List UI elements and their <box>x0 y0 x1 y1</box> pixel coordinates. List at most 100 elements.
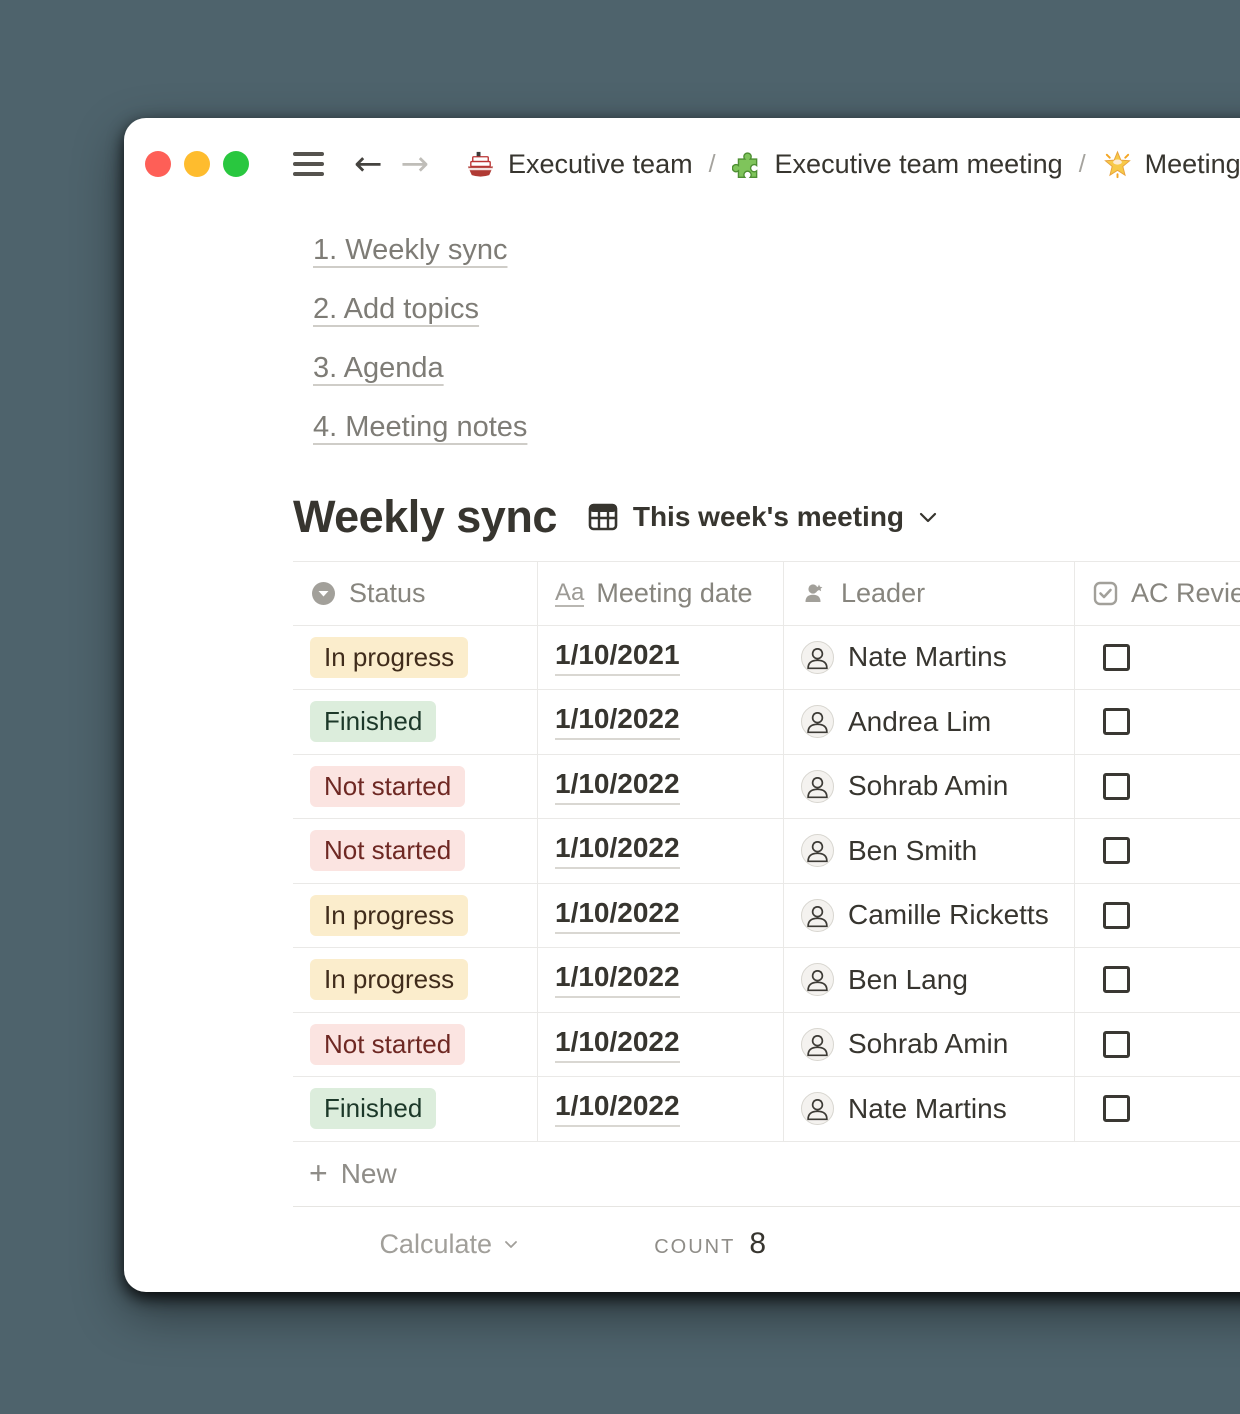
calculate-dropdown[interactable]: Calculate <box>379 1229 520 1260</box>
status-cell[interactable]: In progress <box>293 626 538 691</box>
zoom-window-button[interactable] <box>223 151 249 177</box>
title-aa-icon: Aa <box>555 580 584 607</box>
status-cell[interactable]: In progress <box>293 884 538 949</box>
table-of-contents: 1. Weekly sync 2. Add topics 3. Agenda 4… <box>293 234 1240 470</box>
status-badge[interactable]: In progress <box>310 959 468 1000</box>
leader-cell[interactable]: Nate Martins <box>784 1077 1075 1142</box>
meeting-date-cell[interactable]: 1/10/2022 <box>538 884 784 949</box>
status-badge[interactable]: Not started <box>310 830 465 871</box>
ac-review-cell[interactable] <box>1075 948 1240 1013</box>
new-row-button[interactable]: + New <box>293 1142 1240 1207</box>
ac-review-checkbox[interactable] <box>1103 773 1130 800</box>
status-cell[interactable]: In progress <box>293 948 538 1013</box>
meeting-date-link[interactable]: 1/10/2022 <box>555 832 680 869</box>
leader-avatar <box>801 1092 834 1125</box>
column-header-label: AC Review <box>1131 578 1240 609</box>
leader-cell[interactable]: Ben Lang <box>784 948 1075 1013</box>
toc-link-add-topics[interactable]: 2. Add topics <box>313 293 479 326</box>
toc-link-agenda[interactable]: 3. Agenda <box>313 352 444 385</box>
ac-review-cell[interactable] <box>1075 755 1240 820</box>
leader-cell[interactable]: Nate Martins <box>784 626 1075 691</box>
meeting-date-cell[interactable]: 1/10/2022 <box>538 690 784 755</box>
leader-name: Sohrab Amin <box>848 770 1008 802</box>
toc-link-weekly-sync[interactable]: 1. Weekly sync <box>313 234 507 267</box>
ship-emoji <box>465 149 496 180</box>
ac-review-cell[interactable] <box>1075 690 1240 755</box>
column-header-meeting-date[interactable]: Aa Meeting date <box>538 561 784 626</box>
breadcrumb-label: Executive team meeting <box>775 149 1063 180</box>
toc-link-meeting-notes[interactable]: 4. Meeting notes <box>313 411 527 444</box>
minimize-window-button[interactable] <box>184 151 210 177</box>
leader-name: Ben Lang <box>848 964 968 996</box>
status-badge[interactable]: Finished <box>310 701 436 742</box>
ac-review-checkbox[interactable] <box>1103 708 1130 735</box>
ac-review-checkbox[interactable] <box>1103 1031 1130 1058</box>
column-header-status[interactable]: Status <box>293 561 538 626</box>
status-cell[interactable]: Finished <box>293 690 538 755</box>
meeting-date-link[interactable]: 1/10/2021 <box>555 639 680 676</box>
glowing-star-emoji <box>1102 149 1133 180</box>
column-header-ac-review[interactable]: AC Review <box>1075 561 1240 626</box>
close-window-button[interactable] <box>145 151 171 177</box>
count-aggregate[interactable]: COUNT 8 <box>654 1227 766 1261</box>
ac-review-cell[interactable] <box>1075 1077 1240 1142</box>
status-badge[interactable]: In progress <box>310 895 468 936</box>
breadcrumb-separator: / <box>1079 150 1086 179</box>
meeting-date-link[interactable]: 1/10/2022 <box>555 897 680 934</box>
forward-button[interactable]: → <box>401 147 430 181</box>
status-cell[interactable]: Not started <box>293 819 538 884</box>
table-row: In progress 1/10/2021 Nate Martins <box>293 626 1240 691</box>
meeting-date-cell[interactable]: 1/10/2022 <box>538 1013 784 1078</box>
status-cell[interactable]: Finished <box>293 1077 538 1142</box>
leader-cell[interactable]: Ben Smith <box>784 819 1075 884</box>
ac-review-cell[interactable] <box>1075 884 1240 949</box>
status-badge[interactable]: In progress <box>310 637 468 678</box>
meeting-date-link[interactable]: 1/10/2022 <box>555 1026 680 1063</box>
ac-review-checkbox[interactable] <box>1103 902 1130 929</box>
meeting-date-link[interactable]: 1/10/2022 <box>555 703 680 740</box>
table-row: Not started 1/10/2022 Sohrab Amin <box>293 1013 1240 1078</box>
meeting-date-link[interactable]: 1/10/2022 <box>555 768 680 805</box>
ac-review-cell[interactable] <box>1075 1013 1240 1078</box>
leader-cell[interactable]: Andrea Lim <box>784 690 1075 755</box>
ac-review-checkbox[interactable] <box>1103 837 1130 864</box>
ac-review-cell[interactable] <box>1075 626 1240 691</box>
back-button[interactable]: ← <box>354 147 383 181</box>
database-title: Weekly sync <box>293 491 557 543</box>
ac-review-checkbox[interactable] <box>1103 644 1130 671</box>
breadcrumb-item-meeting-notes[interactable]: Meeting notes <box>1102 149 1240 180</box>
status-badge[interactable]: Not started <box>310 1024 465 1065</box>
meeting-date-cell[interactable]: 1/10/2022 <box>538 819 784 884</box>
meeting-date-cell[interactable]: 1/10/2022 <box>538 948 784 1013</box>
breadcrumb-item-executive-team[interactable]: Executive team <box>465 149 693 180</box>
table-row: Finished 1/10/2022 Nate Martins <box>293 1077 1240 1142</box>
ac-review-checkbox[interactable] <box>1103 966 1130 993</box>
meeting-date-cell[interactable]: 1/10/2022 <box>538 1077 784 1142</box>
table-body: In progress 1/10/2021 Nate Martins Finis… <box>293 626 1240 1142</box>
breadcrumb-item-executive-team-meeting[interactable]: Executive team meeting <box>732 149 1063 180</box>
puzzle-emoji <box>732 149 763 180</box>
leader-cell[interactable]: Camille Ricketts <box>784 884 1075 949</box>
status-cell[interactable]: Not started <box>293 1013 538 1078</box>
ac-review-checkbox[interactable] <box>1103 1095 1130 1122</box>
status-select-icon <box>310 580 337 607</box>
meeting-date-link[interactable]: 1/10/2022 <box>555 1090 680 1127</box>
table-view-icon <box>586 500 620 534</box>
status-badge[interactable]: Finished <box>310 1088 436 1129</box>
column-header-leader[interactable]: Leader <box>784 561 1075 626</box>
meeting-date-cell[interactable]: 1/10/2022 <box>538 755 784 820</box>
meeting-date-link[interactable]: 1/10/2022 <box>555 961 680 998</box>
leader-name: Andrea Lim <box>848 706 991 738</box>
status-badge[interactable]: Not started <box>310 766 465 807</box>
sidebar-menu-icon[interactable] <box>293 152 324 176</box>
column-header-label: Status <box>349 578 426 609</box>
leader-cell[interactable]: Sohrab Amin <box>784 1013 1075 1078</box>
table-footer: Calculate COUNT 8 <box>293 1207 1240 1282</box>
leader-avatar <box>801 641 834 674</box>
leader-cell[interactable]: Sohrab Amin <box>784 755 1075 820</box>
meeting-date-cell[interactable]: 1/10/2021 <box>538 626 784 691</box>
view-selector[interactable]: This week's meeting <box>586 500 939 534</box>
leader-avatar <box>801 963 834 996</box>
status-cell[interactable]: Not started <box>293 755 538 820</box>
ac-review-cell[interactable] <box>1075 819 1240 884</box>
